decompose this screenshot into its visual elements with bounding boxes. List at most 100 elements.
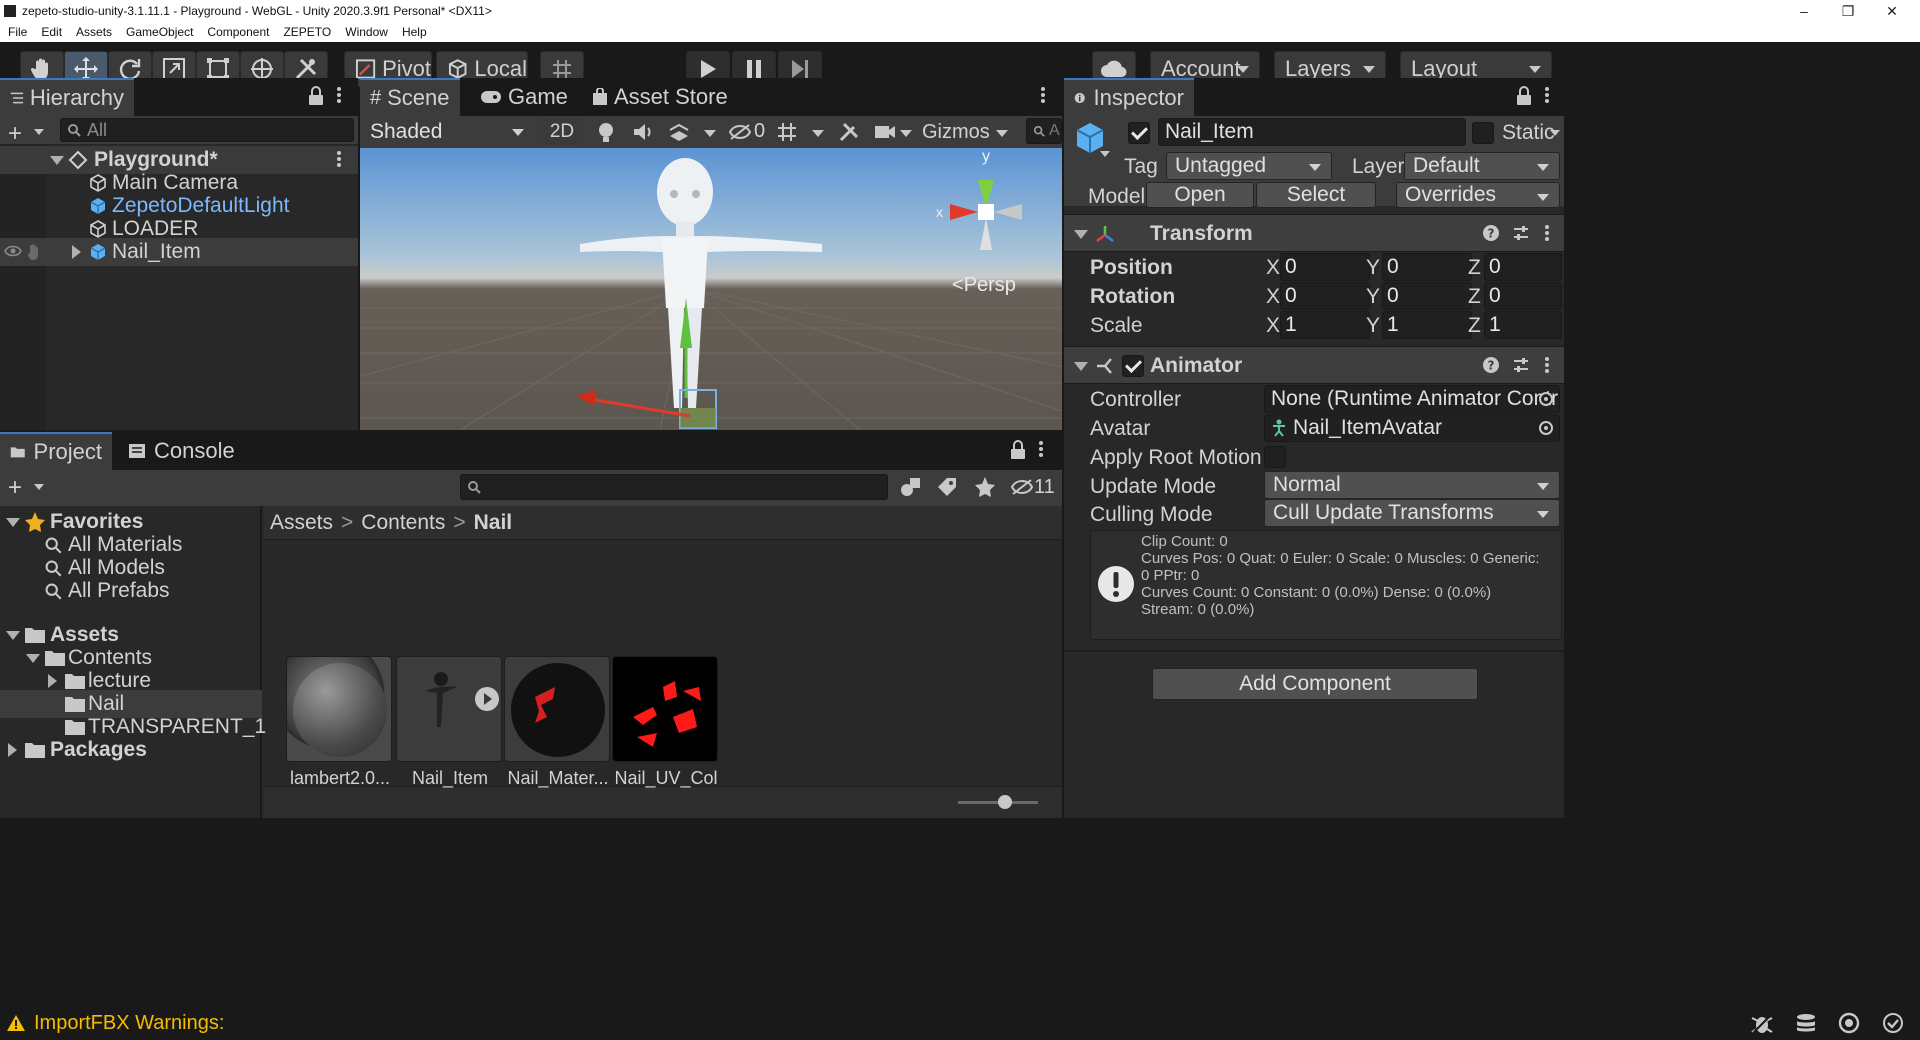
active-checkbox[interactable] [1128,122,1150,144]
2d-mode-toggle[interactable]: 2D [542,118,582,146]
debug-bug-icon[interactable] [1750,1012,1774,1034]
more-options-icon[interactable] [336,149,342,171]
chevron-down-icon[interactable] [812,130,824,137]
animator-enabled-checkbox[interactable] [1122,355,1144,377]
chevron-down-icon[interactable] [34,484,44,490]
chevron-down-icon[interactable] [26,654,40,663]
scene-search-input[interactable]: A [1026,118,1062,144]
tab-inspector[interactable]: Inspector [1064,78,1194,116]
hidden-objects-icon[interactable] [728,123,752,141]
help-icon[interactable]: ? [1482,224,1500,242]
menu-file[interactable]: File [8,25,27,39]
tab-hierarchy[interactable]: Hierarchy [0,78,134,116]
minimize-button[interactable]: – [1782,0,1826,22]
select-model-button[interactable]: Select [1256,182,1376,208]
presets-icon[interactable] [1512,224,1530,242]
menu-gameobject[interactable]: GameObject [126,25,193,39]
close-button[interactable]: ✕ [1870,0,1914,22]
chevron-right-icon[interactable] [72,245,81,259]
static-checkbox[interactable] [1472,122,1494,144]
chevron-down-icon[interactable] [1074,362,1088,371]
orientation-gizmo[interactable] [930,158,1040,268]
object-picker-icon[interactable] [1538,391,1554,407]
avatar-field[interactable]: Nail_ItemAvatar [1264,414,1560,442]
filter-by-type-icon[interactable] [900,476,922,498]
hierarchy-search-input[interactable]: All [60,118,354,142]
chevron-down-icon[interactable] [6,518,20,527]
asset-item[interactable]: Nail_Mater... [504,656,612,789]
presets-icon[interactable] [1512,356,1530,374]
breadcrumb-contents[interactable]: Contents [361,511,445,535]
lighting-icon[interactable] [596,122,616,144]
visibility-eye-icon[interactable] [4,244,22,258]
expand-prefab-icon[interactable] [474,686,500,712]
hierarchy-item-selected[interactable]: Nail_Item [0,238,358,266]
more-options-icon[interactable] [1038,439,1044,461]
more-options-icon[interactable] [1544,223,1550,245]
maximize-button[interactable]: ❐ [1826,0,1870,22]
lock-icon[interactable] [1516,86,1532,106]
chevron-right-icon[interactable] [48,674,57,688]
menu-help[interactable]: Help [402,25,427,39]
transform-header[interactable]: Transform ? [1064,214,1564,252]
culling-mode-dropdown[interactable]: Cull Update Transforms [1264,499,1560,527]
favorite-item[interactable]: All Prefabs [0,577,322,605]
scene-viewport[interactable]: y x <Persp [360,148,1062,430]
overrides-dropdown[interactable]: Overrides [1396,182,1560,208]
hidden-packages-icon[interactable] [1010,478,1034,496]
cache-server-icon[interactable] [1794,1012,1818,1034]
chevron-down-icon[interactable] [34,129,44,135]
lock-icon[interactable] [1010,440,1026,460]
favorite-star-icon[interactable] [974,476,996,498]
chevron-down-icon[interactable] [50,156,64,165]
status-message[interactable]: ImportFBX Warnings: [34,1012,224,1035]
rotation-z-field[interactable]: 0 [1484,282,1562,310]
chevron-down-icon[interactable] [1550,130,1560,136]
tools-icon[interactable] [838,121,860,143]
object-picker-icon[interactable] [1538,420,1554,436]
open-model-button[interactable]: Open [1146,182,1254,208]
chevron-down-icon[interactable] [900,130,912,137]
more-options-icon[interactable] [1040,85,1046,107]
lock-icon[interactable] [308,86,324,106]
filter-by-label-icon[interactable] [936,476,958,498]
tab-console[interactable]: Console [118,432,245,470]
breadcrumb-assets[interactable]: Assets [270,511,333,535]
more-options-icon[interactable] [1544,355,1550,377]
progress-check-icon[interactable] [1882,1012,1904,1034]
position-y-field[interactable]: 0 [1382,253,1472,281]
projection-toggle[interactable]: <Persp [952,274,1016,297]
tab-asset-store[interactable]: Asset Store [582,78,738,116]
menu-zepeto[interactable]: ZEPETO [283,25,331,39]
shading-mode-dropdown[interactable]: Shaded [362,118,534,146]
menu-component[interactable]: Component [207,25,269,39]
chevron-down-icon[interactable] [996,130,1008,137]
packages-folder-row[interactable]: Packages [0,736,322,764]
zoom-slider-handle[interactable] [998,795,1012,809]
menu-assets[interactable]: Assets [76,25,112,39]
collab-icon[interactable] [1838,1012,1860,1034]
scale-y-field[interactable]: 1 [1382,311,1472,339]
menu-edit[interactable]: Edit [41,25,62,39]
more-options-icon[interactable] [336,85,342,107]
project-search-input[interactable] [460,474,888,500]
animator-header[interactable]: Animator ? [1064,346,1564,384]
controller-field[interactable]: None (Runtime Animator Controlle [1264,385,1560,413]
layer-dropdown[interactable]: Default [1404,152,1560,180]
tab-scene[interactable]: # Scene [360,78,460,116]
update-mode-dropdown[interactable]: Normal [1264,471,1560,499]
scale-x-field[interactable]: 1 [1280,311,1370,339]
create-asset-button[interactable]: + [8,474,22,502]
tag-dropdown[interactable]: Untagged [1166,152,1332,180]
asset-item[interactable]: Nail_UV_Col [612,656,720,789]
grid-icon[interactable] [776,121,798,143]
object-name-input[interactable]: Nail_Item [1158,118,1466,146]
menu-window[interactable]: Window [345,25,388,39]
tab-game[interactable]: Game [470,78,578,116]
camera-icon[interactable] [874,124,896,140]
rotation-x-field[interactable]: 0 [1280,282,1370,310]
chevron-down-icon[interactable] [6,631,20,640]
scale-z-field[interactable]: 1 [1484,311,1562,339]
x-axis-handle[interactable] [574,386,694,420]
audio-icon[interactable] [632,122,654,142]
